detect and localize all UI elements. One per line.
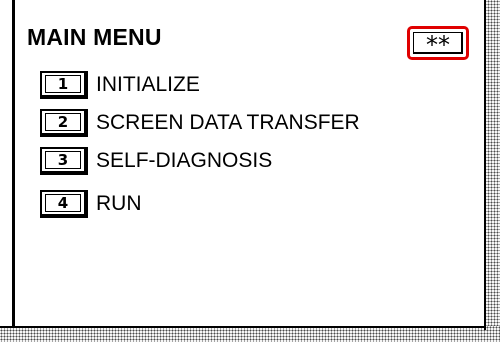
menu-item-self-diagnosis[interactable]: 3 SELF-DIAGNOSIS [40,146,272,176]
status-indicator-text: ** [426,31,450,59]
menu-number-button-2[interactable]: 2 [40,109,88,137]
right-border [484,0,486,330]
menu-number-button-3[interactable]: 3 [40,147,88,175]
menu-number-1: 1 [44,75,82,93]
menu-label-run: RUN [96,192,142,215]
status-indicator[interactable]: ** [407,26,469,60]
menu-number-3: 3 [44,151,82,169]
menu-number-button-4[interactable]: 4 [40,190,88,218]
menu-label-initialize: INITIALIZE [96,73,200,96]
page-title: MAIN MENU [27,24,162,50]
dotted-bottom-edge [0,326,500,342]
menu-number-2: 2 [44,113,82,131]
menu-label-self-diagnosis: SELF-DIAGNOSIS [96,149,273,172]
bottom-border [0,326,486,328]
menu-number-button-1[interactable]: 1 [40,71,88,99]
menu-label-screen-data-transfer: SCREEN DATA TRANSFER [96,111,360,134]
menu-item-screen-data-transfer[interactable]: 2 SCREEN DATA TRANSFER [40,108,360,138]
dotted-right-edge [484,0,500,342]
menu-item-run[interactable]: 4 RUN [40,189,142,219]
menu-number-4: 4 [44,194,82,212]
menu-item-initialize[interactable]: 1 INITIALIZE [40,70,200,100]
